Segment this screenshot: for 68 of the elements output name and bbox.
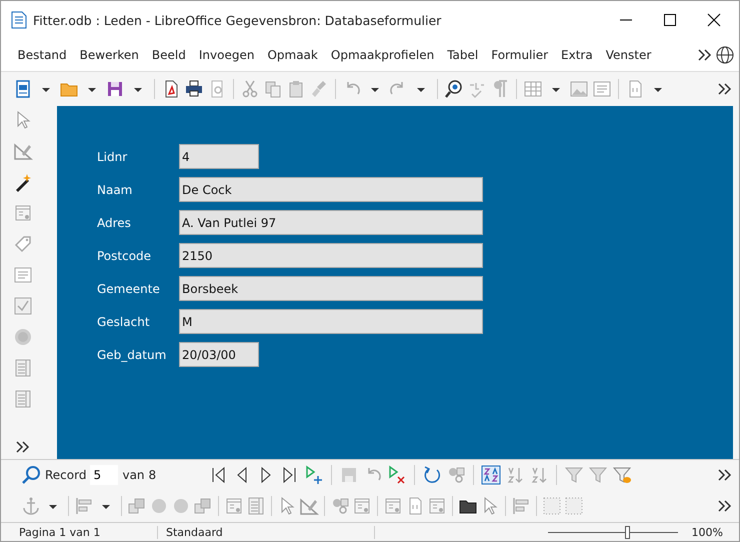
- filter-database-icon[interactable]: [612, 465, 632, 485]
- record-number-field[interactable]: 5: [90, 465, 118, 485]
- text-field[interactable]: M: [179, 309, 483, 334]
- document-icon: [11, 11, 27, 29]
- find-replace-icon[interactable]: [444, 79, 464, 99]
- globe-icon[interactable]: [715, 45, 735, 65]
- sort-descending-icon[interactable]: [529, 465, 550, 485]
- auto-filter-icon[interactable]: [564, 465, 584, 485]
- circle-icon[interactable]: [149, 496, 169, 516]
- menu-item[interactable]: Extra: [554, 48, 600, 62]
- menu-item[interactable]: Beeld: [145, 48, 192, 62]
- maximize-icon[interactable]: [663, 13, 677, 27]
- text-field[interactable]: Borsbeek: [179, 276, 483, 301]
- design-mode-icon[interactable]: [13, 141, 33, 161]
- form-icon[interactable]: [13, 203, 33, 223]
- copy-icon[interactable]: [263, 79, 283, 99]
- form-properties-icon[interactable]: [352, 496, 372, 516]
- scissors-icon[interactable]: [240, 79, 260, 99]
- text-field[interactable]: 4: [179, 144, 259, 169]
- menu-item[interactable]: Bestand: [11, 48, 74, 62]
- text-field[interactable]: A. Van Putlei 97: [179, 210, 483, 235]
- field-label: Postcode: [97, 248, 152, 262]
- close-icon[interactable]: [707, 13, 721, 27]
- text-field[interactable]: De Cock: [179, 177, 483, 202]
- menu-item[interactable]: Tabel: [440, 48, 485, 62]
- checkbox-icon[interactable]: [13, 296, 33, 316]
- of-label: van: [122, 468, 145, 482]
- text-field-icon[interactable]: [13, 265, 33, 285]
- text-field[interactable]: 2150: [179, 243, 483, 268]
- grid-icon[interactable]: [542, 496, 562, 516]
- field-label: Adres: [97, 216, 132, 230]
- menu-item[interactable]: Opmaakprofielen: [324, 48, 441, 62]
- page-style: Standaard: [158, 526, 375, 538]
- filter-icon[interactable]: [588, 465, 608, 485]
- delete-record-icon[interactable]: [387, 465, 408, 485]
- refresh-control-icon[interactable]: [446, 465, 466, 485]
- brush-icon[interactable]: [309, 79, 329, 99]
- search-icon[interactable]: [21, 465, 41, 485]
- menu-item[interactable]: Invoegen: [192, 48, 261, 62]
- control-properties-icon[interactable]: [330, 496, 350, 516]
- tag-icon[interactable]: [13, 234, 33, 254]
- field-label: Geslacht: [97, 314, 151, 328]
- combo-box-icon[interactable]: [13, 389, 33, 409]
- menu-item[interactable]: Formulier: [484, 48, 555, 62]
- field-label: Lidnr: [97, 150, 128, 164]
- window-title: Fitter.odb : Leden - LibreOffice Gegevensbron: Databaseformulier: [33, 12, 442, 28]
- text-box-icon[interactable]: [592, 79, 612, 99]
- record-count: 8: [148, 468, 156, 482]
- refresh-icon[interactable]: [422, 465, 442, 485]
- field-label: Gemeente: [97, 282, 161, 296]
- shapes-icon[interactable]: [171, 496, 191, 516]
- design-mode-icon[interactable]: [299, 496, 319, 516]
- new-record-icon[interactable]: [304, 465, 324, 485]
- snap-grid-icon[interactable]: [564, 496, 584, 516]
- menu-item[interactable]: Bewerken: [73, 48, 146, 62]
- menu-item[interactable]: Venster: [599, 48, 658, 62]
- page-count: Pagina 1 van 1: [11, 526, 158, 538]
- menu-item[interactable]: Opmaak: [260, 48, 324, 62]
- zoom-slider-thumb[interactable]: [625, 526, 630, 538]
- record-label: Record: [45, 468, 86, 482]
- radio-button-icon[interactable]: [13, 327, 33, 347]
- field-label: Geb_datum: [97, 348, 168, 362]
- zoom-level: 100%: [690, 526, 724, 538]
- printer-icon[interactable]: [184, 79, 204, 99]
- list-box-icon[interactable]: [13, 358, 33, 378]
- field-label: Naam: [97, 182, 134, 196]
- sort-icon[interactable]: [481, 465, 502, 485]
- text-field[interactable]: 20/03/00: [179, 342, 259, 367]
